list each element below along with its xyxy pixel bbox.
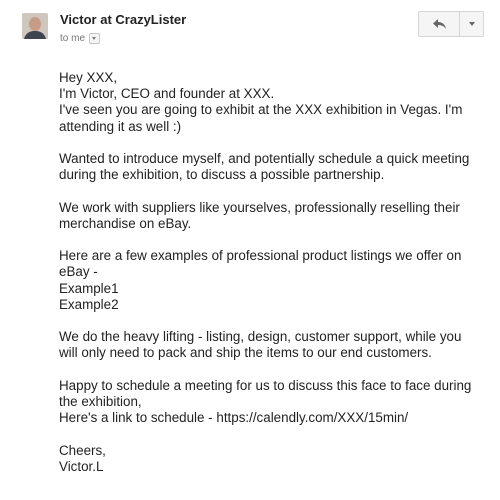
sender-name[interactable]: Victor at CrazyLister [60, 12, 186, 27]
reply-button[interactable] [419, 12, 460, 36]
recipient-line: to me [60, 33, 101, 44]
email-paragraph: Here are a few examples of professional … [59, 248, 479, 313]
email-paragraph: Wanted to introduce myself, and potentia… [59, 151, 479, 183]
email-line: Wanted to introduce myself, and potentia… [59, 151, 470, 166]
schedule-link-line: Here's a link to schedule - https://cale… [59, 410, 409, 426]
email-line: I've seen you are going to exhibit at th… [59, 102, 463, 118]
email-line: We do the heavy lifting - listing, desig… [59, 329, 462, 345]
email-line: Happy to schedule a meeting for us to di… [59, 377, 472, 393]
email-line: Hey XXX, [59, 70, 118, 85]
email-line: eBay - [59, 264, 98, 280]
email-line: attending it as well :) [59, 118, 182, 134]
email-line: will only need to pack and ship the item… [59, 345, 432, 361]
email-line: during the exhibition, to discuss a poss… [59, 167, 385, 183]
email-body: Hey XXX, I'm Victor, CEO and founder at … [59, 70, 479, 491]
signoff: Cheers, [59, 442, 106, 458]
avatar[interactable] [22, 13, 48, 39]
email-paragraph: We do the heavy lifting - listing, desig… [59, 329, 479, 361]
example-item: Example1 [59, 280, 119, 296]
email-paragraph: We work with suppliers like yourselves, … [59, 200, 479, 232]
email-paragraph: Hey XXX, I'm Victor, CEO and founder at … [59, 70, 479, 135]
email-line: merchandise on eBay. [59, 215, 192, 231]
email-line: the exhibition, [59, 393, 142, 409]
email-signature: Cheers, Victor.L [59, 443, 479, 475]
reply-arrow-icon [432, 19, 446, 29]
email-header: Victor at CrazyLister to me [0, 0, 500, 50]
recipient-details-chevron-down-icon[interactable] [89, 33, 101, 44]
email-line: We work with suppliers like yourselves, … [59, 199, 460, 215]
recipient-label: to me [60, 33, 86, 44]
signature-name: Victor.L [59, 458, 104, 474]
email-line: Here are a few examples of professional … [59, 248, 462, 264]
email-line: I'm Victor, CEO and founder at XXX. [59, 86, 275, 102]
example-item: Example2 [59, 296, 119, 312]
more-options-button[interactable] [460, 12, 483, 36]
email-paragraph: Happy to schedule a meeting for us to di… [59, 378, 479, 427]
chevron-down-icon [468, 22, 475, 26]
message-actions [418, 11, 484, 37]
